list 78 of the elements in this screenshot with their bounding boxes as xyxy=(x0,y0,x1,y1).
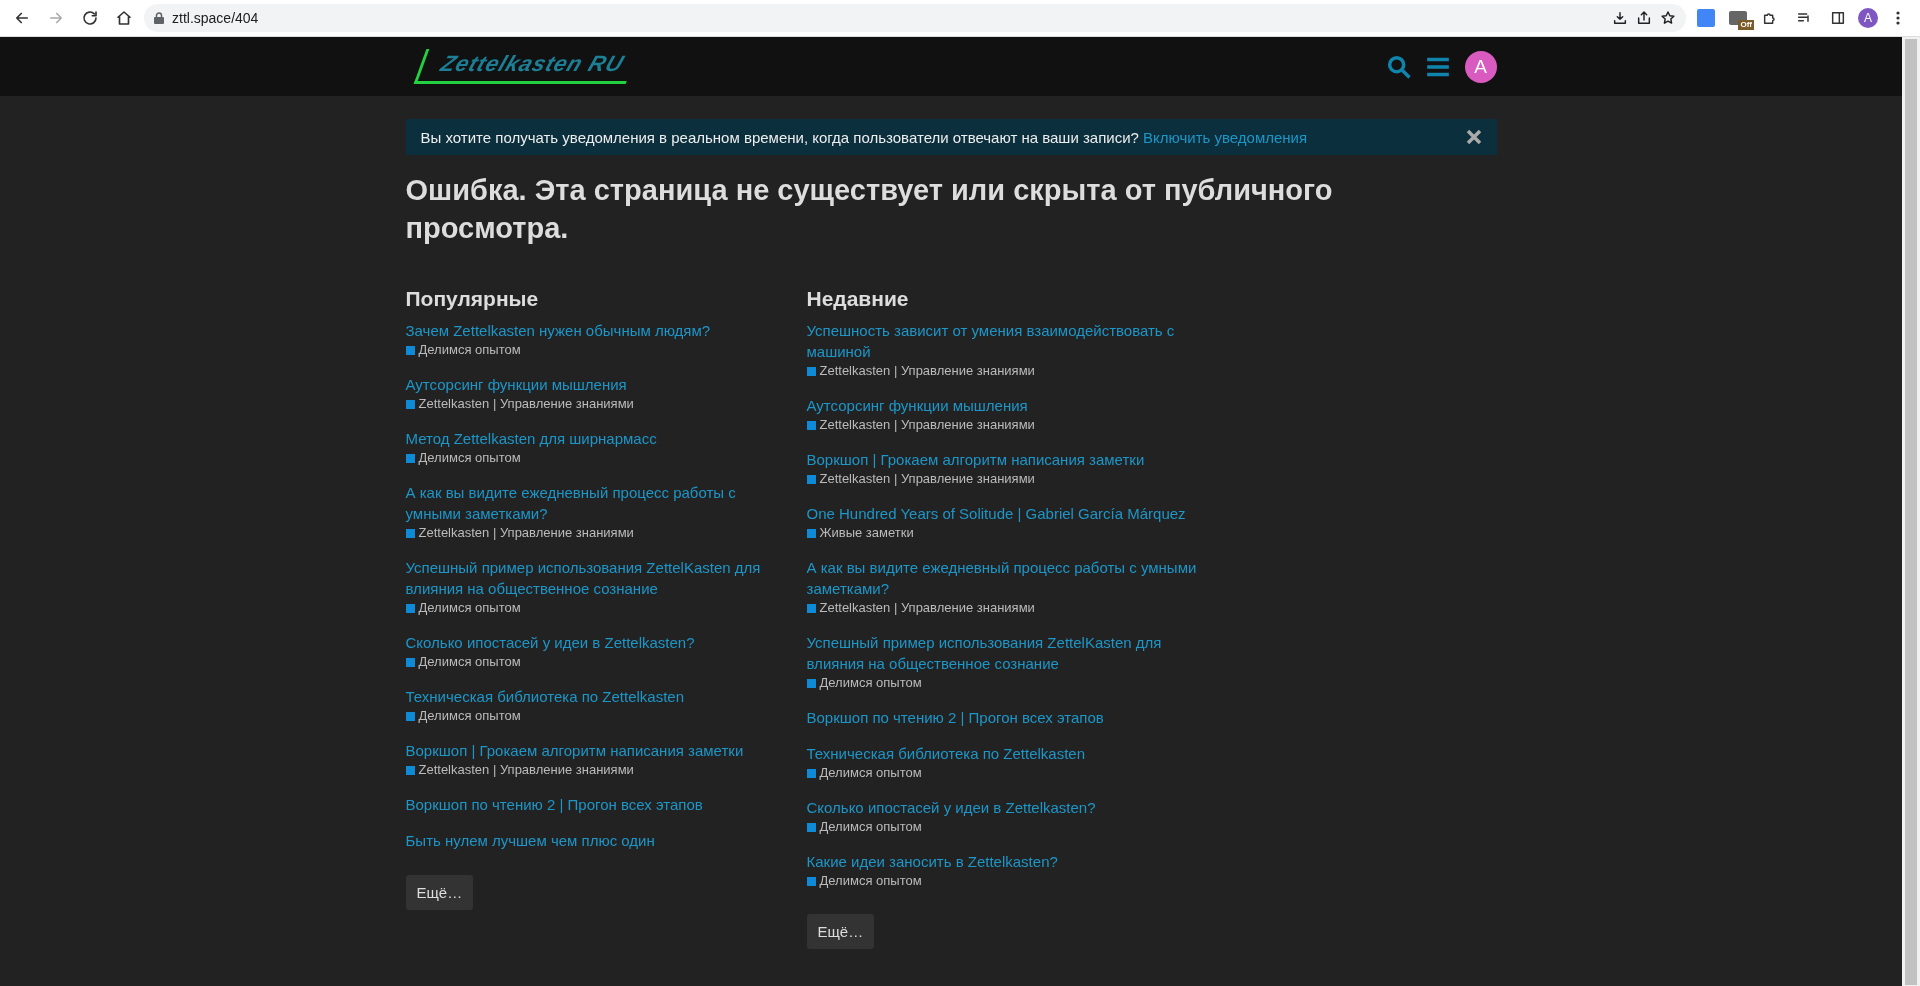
category-square-icon xyxy=(405,399,415,409)
topic-link[interactable]: А как вы видите ежедневный процесс работы с умными заметками? xyxy=(405,482,777,524)
close-icon xyxy=(1465,129,1482,145)
topic-link[interactable]: Зачем Zettelkasten нужен обычным людям? xyxy=(405,320,777,341)
section-heading: Недавние xyxy=(806,287,910,311)
topic-link[interactable]: One Hundred Years of Solitude | Gabriel García Márquez xyxy=(806,503,1207,524)
puzzle-icon xyxy=(1762,10,1778,26)
error-heading: Ошибка. Эта страница не существует или скрыта от публичного просмотра. xyxy=(405,173,1334,246)
topic-link[interactable]: Техническая библиотека по Zettelkasten xyxy=(405,686,777,707)
topic-link[interactable]: Техническая библиотека по Zettelkasten xyxy=(806,743,1207,764)
topic-link[interactable]: Какие идеи заносить в Zettelkasten? xyxy=(806,851,1207,872)
notification-text: Вы хотите получать уведомления в реальном времени, когда пользователи отвечают на ваши записи? Включить уведомления xyxy=(420,128,1309,146)
category-label: Zettelkasten | Управление знаниями xyxy=(418,524,634,542)
category-label: Zettelkasten | Управление знаниями xyxy=(819,599,1035,617)
side-panel-icon xyxy=(1830,10,1846,26)
category-label: Делимся опытом xyxy=(418,449,521,467)
topic-link[interactable]: Быть нулем лучшем чем плюс один xyxy=(405,830,777,851)
category-label: Делимся опытом xyxy=(418,653,521,671)
kebab-menu-icon xyxy=(1896,11,1900,25)
category-label: Делимся опытом xyxy=(418,599,521,617)
profile-avatar[interactable]: A xyxy=(1858,8,1878,28)
category-label: Живые заметки xyxy=(819,524,914,542)
topic-link[interactable]: Успешность зависит от умения взаимодействовать с машиной xyxy=(806,320,1207,362)
category-label: Делимся опытом xyxy=(819,818,922,836)
category-square-icon xyxy=(806,603,816,613)
category-square-icon xyxy=(806,474,816,484)
address-bar[interactable]: zttl.space/404 xyxy=(144,4,1686,32)
category-label: Zettelkasten | Управление знаниями xyxy=(819,416,1035,434)
category-square-icon xyxy=(806,768,816,778)
category-square-icon xyxy=(806,678,816,688)
topic-link[interactable]: Воркшоп по чтению 2 | Прогон всех этапов xyxy=(806,707,1207,728)
category-square-icon xyxy=(806,876,816,886)
category-square-icon xyxy=(405,657,415,667)
topic-link[interactable]: А как вы видите ежедневный процесс работы с умными заметками? xyxy=(806,557,1207,599)
more-button[interactable]: Ещё… xyxy=(806,914,875,949)
category-label: Делимся опытом xyxy=(819,764,922,782)
category-square-icon xyxy=(405,528,415,538)
category-label: Zettelkasten | Управление знаниями xyxy=(819,362,1035,380)
off-badge: Off xyxy=(1738,20,1754,30)
category-label: Zettelkasten | Управление знаниями xyxy=(418,395,634,413)
category-label: Zettelkasten | Управление знаниями xyxy=(418,761,634,779)
category-square-icon xyxy=(806,822,816,832)
category-label: Делимся опытом xyxy=(819,674,922,692)
topic-link[interactable]: Метод Zettelkasten для ширнармасс xyxy=(405,428,777,449)
topic-link[interactable]: Сколько ипостасей у идеи в Zettelkasten? xyxy=(806,797,1207,818)
topic-link[interactable]: Аутсорсинг функции мышления xyxy=(405,374,777,395)
url-text: zttl.space/404 xyxy=(172,10,260,26)
category-label: Делимся опытом xyxy=(418,707,521,725)
more-button[interactable]: Ещё… xyxy=(405,875,474,910)
close-button[interactable] xyxy=(1465,129,1482,145)
category-label: Делимся опытом xyxy=(819,872,922,890)
site-logo[interactable]: Zettelkasten RU xyxy=(413,49,639,84)
download-icon xyxy=(1612,10,1628,26)
enable-notifications-link[interactable]: Включить уведомления xyxy=(1143,128,1308,146)
category-square-icon xyxy=(405,453,415,463)
category-square-icon xyxy=(405,345,415,355)
category-square-icon xyxy=(405,765,415,775)
topic-link[interactable]: Воркшоп по чтению 2 | Прогон всех этапов xyxy=(405,794,777,815)
topic-link[interactable]: Успешный пример использования ZettelKasten для влияния на общественное сознание xyxy=(806,632,1207,674)
topic-link[interactable]: Воркшоп | Грокаем алгоритм написания заметки xyxy=(806,449,1207,470)
lock-icon xyxy=(154,12,164,24)
topic-link[interactable]: Аутсорсинг функции мышления xyxy=(806,395,1207,416)
category-square-icon xyxy=(806,420,816,430)
share-icon xyxy=(1636,10,1652,26)
category-square-icon xyxy=(405,603,415,613)
topic-link[interactable]: Сколько ипостасей у идеи в Zettelkasten? xyxy=(405,632,777,653)
category-label: Zettelkasten | Управление знаниями xyxy=(819,470,1035,488)
category-square-icon xyxy=(806,528,816,538)
category-square-icon xyxy=(806,366,816,376)
topic-link[interactable]: Воркшоп | Грокаем алгоритм написания заметки xyxy=(405,740,777,761)
section-heading: Популярные xyxy=(405,287,540,311)
star-icon xyxy=(1660,10,1676,26)
reload-icon xyxy=(81,9,99,27)
category-label: Делимся опытом xyxy=(418,341,521,359)
home-icon xyxy=(115,9,133,27)
user-avatar[interactable]: A xyxy=(1464,50,1497,83)
topic-link[interactable]: Успешный пример использования ZettelKasten для влияния на общественное сознание xyxy=(405,557,777,599)
category-square-icon xyxy=(405,711,415,721)
